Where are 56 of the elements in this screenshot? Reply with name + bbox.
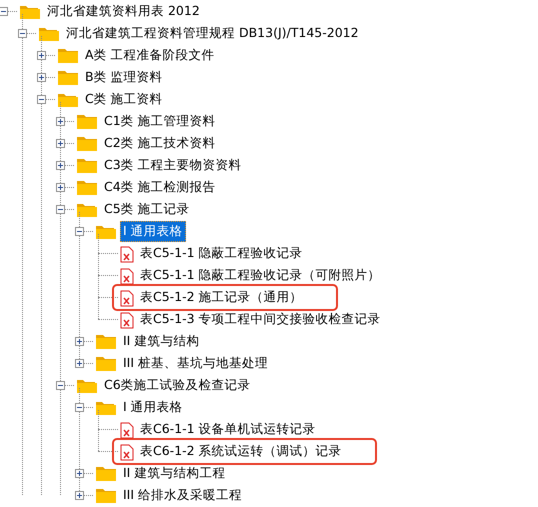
tree-item[interactable]: 表C6-1-2 系统试运转（调试）记录 [137,440,345,462]
document-icon [120,268,134,285]
folder-icon [76,178,98,196]
document-icon [120,312,134,329]
folder-icon [57,46,79,64]
tree-item[interactable]: C4类 施工检测报告 [101,176,219,198]
tree-item[interactable]: B类 监理资料 [82,66,166,88]
collapse-icon[interactable] [18,29,27,38]
tree-item[interactable]: C2类 施工技术资料 [101,132,219,154]
document-icon [120,444,134,461]
tree-item[interactable]: C6类施工试验及检查记录 [101,374,254,396]
tree-item[interactable]: C类 施工资料 [82,88,166,110]
document-icon [120,246,134,263]
document-icon [120,290,134,307]
expand-icon[interactable] [75,337,84,346]
tree-item[interactable]: 表C5-1-3 专项工程中间交接验收检查记录 [137,308,384,330]
tree-item[interactable]: 河北省建筑工程资料管理规程 DB13(J)/T145-2012 [63,22,362,44]
folder-icon [76,156,98,174]
expand-icon[interactable] [37,51,46,60]
collapse-icon[interactable] [56,205,65,214]
expand-icon[interactable] [56,183,65,192]
collapse-icon[interactable] [56,381,65,390]
folder-icon [95,486,117,504]
tree-item[interactable]: 表C6-1-1 设备单机试运转记录 [137,418,319,440]
tree-item[interactable]: 河北省建筑资料用表 2012 [44,0,203,22]
tree-item[interactable]: I 通用表格 [120,396,186,418]
tree-item[interactable]: 表C5-1-1 隐蔽工程验收记录（可附照片） [137,264,384,286]
tree-item[interactable]: I 通用表格 [120,220,186,242]
folder-icon [95,332,117,350]
collapse-icon[interactable] [75,227,84,236]
folder-icon [57,68,79,86]
collapse-icon[interactable] [75,403,84,412]
tree-item[interactable]: A类 工程准备阶段文件 [82,44,218,66]
document-icon [120,422,134,439]
expand-icon[interactable] [75,491,84,500]
tree-item[interactable]: III 桩基、基坑与地基处理 [120,352,272,374]
expand-icon[interactable] [56,161,65,170]
folder-icon [95,464,117,482]
tree-item[interactable]: C3类 工程主要物资资料 [101,154,245,176]
folder-icon [95,354,117,372]
tree-item[interactable]: C5类 施工记录 [101,198,193,220]
tree-item[interactable]: C1类 施工管理资料 [101,110,219,132]
tree-item[interactable]: 表C5-1-2 施工记录（通用） [137,286,306,308]
expand-icon[interactable] [56,139,65,148]
tree-item[interactable]: III 给排水及采暖工程 [120,484,246,506]
collapse-icon[interactable] [37,95,46,104]
expand-icon[interactable] [56,117,65,126]
tree-item[interactable]: II 建筑与结构 [120,330,202,352]
folder-icon [76,134,98,152]
tree-item[interactable]: II 建筑与结构工程 [120,462,228,484]
expand-icon[interactable] [75,469,84,478]
expand-icon[interactable] [75,359,84,368]
tree-item[interactable]: 表C5-1-1 隐蔽工程验收记录 [137,242,306,264]
collapse-icon[interactable] [0,7,8,16]
expand-icon[interactable] [37,73,46,82]
folder-icon [76,112,98,130]
